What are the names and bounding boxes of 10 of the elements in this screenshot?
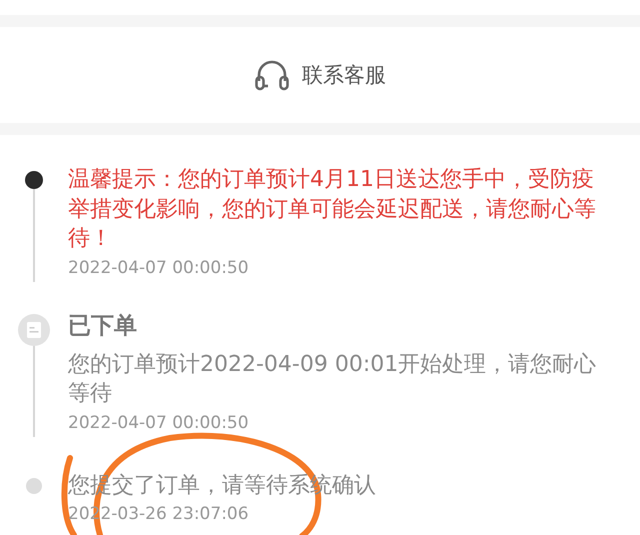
timestamp: 2022-04-07 00:00:50: [68, 412, 250, 434]
event-text: 您的订单预计2022-04-09 00:01开始处理，请您耐心等待: [68, 350, 598, 408]
timestamp: 2022-04-07 00:00:50: [68, 256, 250, 280]
headset-icon: [254, 59, 290, 91]
timeline-dot: [26, 478, 42, 494]
notice-text: 温馨提示：您的订单预计4月11日送达您手中，受防疫举措变化影响，您的订单可能会延迟配送，请您耐心等待！: [68, 166, 597, 253]
contact-service-button[interactable]: 联系客服: [254, 59, 386, 91]
timeline-dot: [25, 171, 43, 189]
status-title: 已下单: [68, 312, 138, 340]
document-icon: [18, 314, 50, 346]
